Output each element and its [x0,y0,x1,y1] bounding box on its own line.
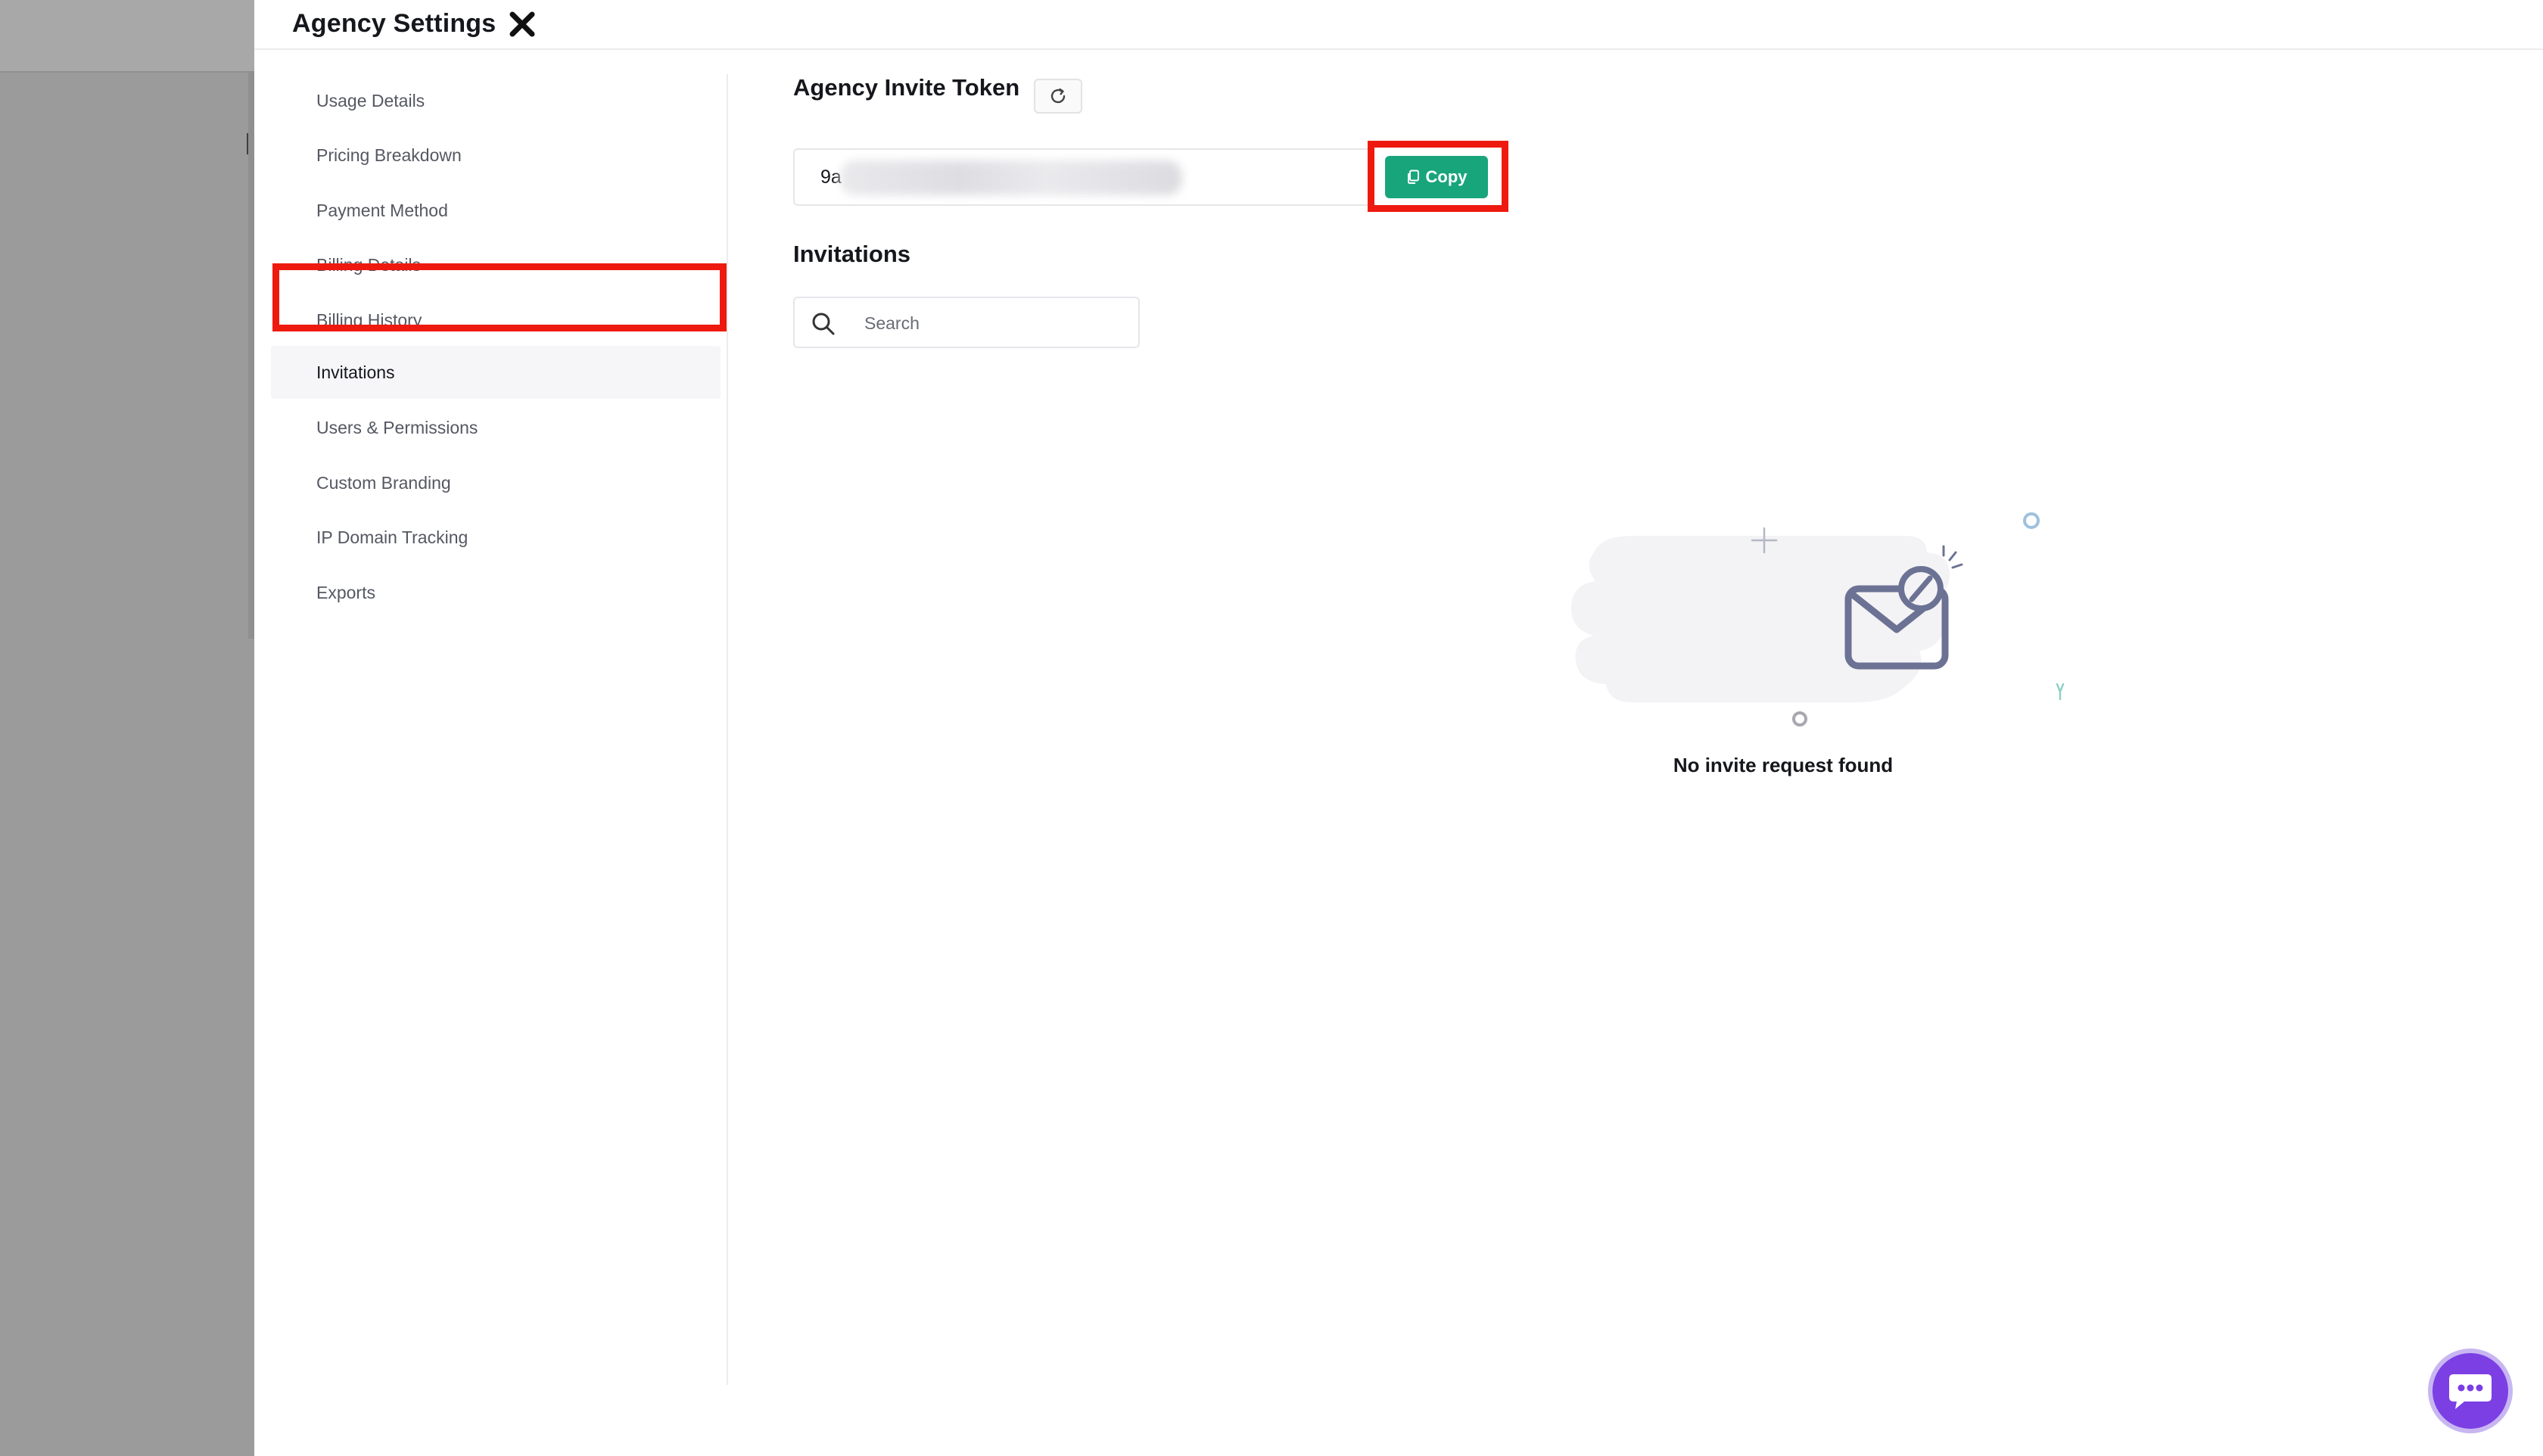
copy-token-button[interactable]: Copy [1385,156,1488,198]
sidebar-item-label: Payment Method [316,200,448,220]
sidebar-item-pricing-breakdown[interactable]: Pricing Breakdown [271,129,721,182]
close-icon [509,11,535,37]
sidebar-item-custom-branding[interactable]: Custom Branding [271,456,721,509]
invitations-section-title: Invitations [793,241,911,267]
drawer-title: Agency Settings [292,9,496,38]
sidebar-item-payment-method[interactable]: Payment Method [271,184,721,237]
sidebar-item-invitations[interactable]: Invitations [271,346,721,399]
search-icon [812,313,835,335]
token-section-title: Agency Invite Token [793,74,1020,101]
drawer-header: Agency Settings [254,0,2543,50]
sidebar-item-ip-domain-tracking[interactable]: IP Domain Tracking [271,511,721,564]
refresh-icon [1051,88,1066,104]
sidebar-item-label: Exports [316,582,375,602]
refresh-token-button[interactable] [1034,79,1082,114]
sidebar-item-label: Usage Details [316,90,425,110]
chat-widget-button[interactable] [2428,1349,2513,1433]
sidebar-item-exports[interactable]: Exports [271,566,721,619]
close-button[interactable] [507,9,537,39]
agency-settings-drawer: Agency Settings Usage Details Pricing Br… [254,0,2543,1456]
chat-icon [2449,1374,2492,1409]
invitations-search-box[interactable] [793,297,1140,348]
copy-button-label: Copy [1425,167,1468,186]
invite-token-value: 9a [820,166,842,188]
highlight-box-invitations [272,263,727,331]
sidebar-item-label: Users & Permissions [316,417,478,437]
search-input[interactable] [864,307,1122,339]
empty-mailbox-illustration [1570,512,2065,726]
sidebar-item-label: Pricing Breakdown [316,145,462,165]
sidebar-item-usage-details[interactable]: Usage Details [271,74,721,127]
invite-token-field[interactable]: 9a [793,148,1374,206]
sidebar-item-users-permissions[interactable]: Users & Permissions [271,401,721,454]
sidebar-item-label: Invitations [316,362,395,382]
sidebar-item-label: IP Domain Tracking [316,527,468,547]
invite-token-redacted [840,160,1182,195]
empty-state-message: No invite request found [1673,754,1894,776]
background-panel-edge [248,73,254,639]
sidebar-item-label: Custom Branding [316,472,451,493]
copy-icon [1407,170,1419,184]
